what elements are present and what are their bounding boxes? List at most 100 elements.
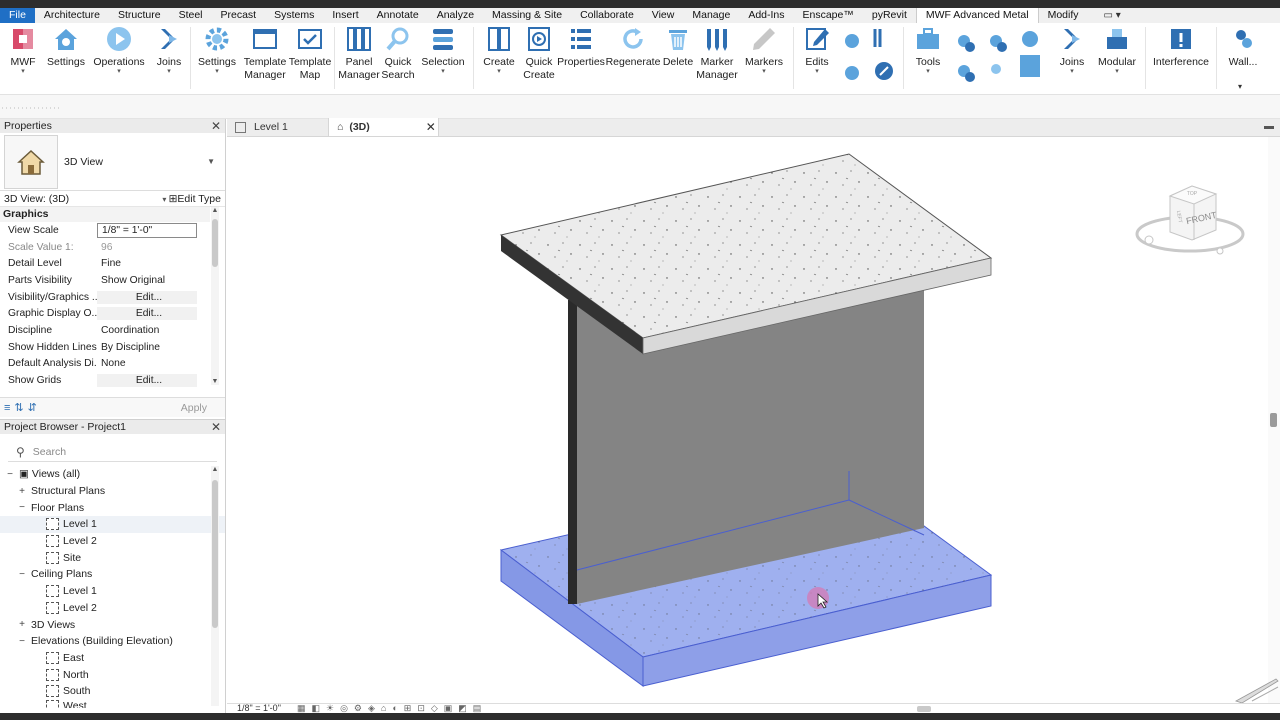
detail-level-value[interactable]: Fine: [97, 258, 197, 269]
expand-icon[interactable]: +: [16, 619, 28, 630]
menu-view[interactable]: View: [643, 8, 684, 23]
scrollbar-thumb[interactable]: [212, 219, 218, 267]
graphic-display-edit-button[interactable]: Edit...: [97, 307, 197, 321]
tree-item-ceiling-level-2[interactable]: Level 2: [0, 600, 225, 617]
menu-precast[interactable]: Precast: [212, 8, 266, 23]
collapse-icon[interactable]: −: [16, 502, 28, 513]
view-scale-label[interactable]: 1/8" = 1'-0": [237, 703, 281, 713]
menu-analyze[interactable]: Analyze: [428, 8, 483, 23]
tree-item-floor-plans[interactable]: − Floor Plans: [0, 499, 225, 516]
menu-manage[interactable]: Manage: [683, 8, 739, 23]
tree-item-views-all[interactable]: − ▣ Views (all): [0, 466, 225, 483]
settings-button-2[interactable]: Settings ▾: [196, 25, 238, 75]
menu-collaborate[interactable]: Collaborate: [571, 8, 643, 23]
instance-selector[interactable]: 3D View: (3D) ▾ ⊞Edit Type: [0, 191, 225, 207]
expand-icon[interactable]: +: [16, 486, 28, 497]
tree-item-west[interactable]: West: [0, 699, 225, 708]
joins-button-1[interactable]: Joins ▾: [152, 25, 186, 75]
parts-visibility-value[interactable]: Show Original: [97, 275, 197, 286]
horizontal-scrollbar-thumb[interactable]: [917, 706, 931, 712]
operations-button[interactable]: Operations ▾: [92, 25, 146, 75]
template-map-button[interactable]: Template Map: [289, 25, 331, 82]
edits-button[interactable]: Edits ▾: [800, 25, 834, 75]
collapse-icon[interactable]: −: [4, 469, 16, 480]
regenerate-button[interactable]: Regenerate: [606, 25, 660, 69]
tree-item-north[interactable]: North: [0, 666, 225, 683]
show-hidden-lines-value[interactable]: By Discipline: [97, 342, 197, 353]
scrollbar-thumb[interactable]: [212, 480, 218, 628]
properties-button[interactable]: Properties: [557, 25, 605, 69]
menu-annotate[interactable]: Annotate: [368, 8, 428, 23]
tree-item-structural-plans[interactable]: + Structural Plans: [0, 483, 225, 500]
3d-viewport[interactable]: FRONT TOP LEFT: [227, 137, 1280, 703]
browser-scrollbar[interactable]: ▲: [211, 466, 219, 706]
ribbon-display-toggle[interactable]: ▭ ▾: [1104, 10, 1121, 21]
tree-item-floor-level-1[interactable]: Level 1: [0, 516, 225, 533]
create-button[interactable]: Create ▾: [480, 25, 518, 75]
show-grids-edit-button[interactable]: Edit...: [97, 374, 197, 388]
3d-model-canvas[interactable]: FRONT TOP LEFT: [227, 137, 1280, 703]
collapse-icon[interactable]: −: [16, 636, 28, 647]
close-icon[interactable]: ✕: [426, 120, 436, 134]
view-cube-home-icon[interactable]: [1144, 235, 1154, 245]
close-icon[interactable]: ✕: [211, 420, 221, 434]
menu-architecture[interactable]: Architecture: [35, 8, 109, 23]
menu-modify[interactable]: Modify: [1039, 8, 1088, 23]
markers-button[interactable]: Markers ▾: [744, 25, 784, 75]
menu-steel[interactable]: Steel: [170, 8, 212, 23]
view-cube-menu-icon[interactable]: [1216, 247, 1224, 255]
selection-button[interactable]: Selection ▾: [420, 25, 466, 75]
ribbon-overflow-caret[interactable]: ▾: [1238, 82, 1242, 91]
quick-create-button[interactable]: Quick Create: [519, 25, 559, 82]
edit-type-button[interactable]: ▾ ⊞Edit Type: [162, 193, 221, 205]
chevron-down-icon[interactable]: ▼: [207, 157, 215, 166]
visibility-graphics-edit-button[interactable]: Edit...: [97, 290, 197, 304]
steering-wheel-corner-icon[interactable]: [1232, 675, 1280, 703]
menu-structure[interactable]: Structure: [109, 8, 170, 23]
properties-group-header[interactable]: Graphics: [0, 207, 210, 222]
tools-button[interactable]: Tools ▾: [910, 25, 946, 75]
joins-button-2[interactable]: Joins ▾: [1054, 25, 1090, 75]
tree-item-south[interactable]: South: [0, 683, 225, 700]
modular-button[interactable]: Modular ▾: [1095, 25, 1139, 75]
menu-insert[interactable]: Insert: [323, 8, 367, 23]
tree-item-ceiling-plans[interactable]: − Ceiling Plans: [0, 566, 225, 583]
template-manager-button[interactable]: Template Manager: [243, 25, 287, 82]
menu-mwf-advanced-metal[interactable]: MWF Advanced Metal: [915, 8, 1039, 23]
tree-item-ceiling-level-1[interactable]: Level 1: [0, 583, 225, 600]
panel-manager-button[interactable]: Panel Manager: [337, 25, 381, 82]
quick-search-button[interactable]: Quick Search: [381, 25, 415, 82]
delete-button[interactable]: Delete: [661, 25, 695, 69]
scroll-up-icon[interactable]: ▲: [211, 466, 219, 473]
menu-massing-site[interactable]: Massing & Site: [483, 8, 571, 23]
discipline-value[interactable]: Coordination: [97, 325, 197, 336]
default-analysis-value[interactable]: None: [97, 358, 197, 369]
browser-search-input[interactable]: ⚲ Search: [8, 442, 217, 462]
tabs-menu-icon[interactable]: ▬: [1264, 121, 1274, 132]
mwf-button[interactable]: MWF ▾: [6, 25, 40, 75]
tree-item-site[interactable]: Site: [0, 549, 225, 566]
menu-add-ins[interactable]: Add-Ins: [739, 8, 793, 23]
type-selector[interactable]: 3D View ▼: [0, 133, 225, 191]
interference-button[interactable]: Interference: [1150, 25, 1212, 69]
scroll-down-icon[interactable]: ▼: [211, 378, 219, 385]
wall-button[interactable]: Wall...: [1222, 25, 1264, 69]
view-cube[interactable]: FRONT TOP LEFT: [1135, 185, 1245, 255]
properties-scrollbar[interactable]: ▲ ▼: [211, 207, 219, 385]
scroll-up-icon[interactable]: ▲: [211, 207, 219, 214]
tree-item-floor-level-2[interactable]: Level 2: [0, 533, 225, 550]
settings-button-1[interactable]: Settings: [44, 25, 88, 69]
sort-icons[interactable]: ≡⇅⇵: [4, 401, 41, 414]
tab-3d[interactable]: ⌂ (3D) ✕: [329, 118, 439, 136]
scrollbar-thumb[interactable]: [1270, 413, 1277, 427]
collapse-icon[interactable]: −: [16, 569, 28, 580]
marker-manager-button[interactable]: Marker Manager: [696, 25, 738, 82]
tab-level-1[interactable]: Level 1: [227, 118, 329, 136]
menu-enscape[interactable]: Enscape™: [794, 8, 863, 23]
tree-item-elevations[interactable]: − Elevations (Building Elevation): [0, 633, 225, 650]
view-scale-field[interactable]: 1/8" = 1'-0": [97, 222, 197, 238]
menu-file[interactable]: File: [0, 8, 35, 23]
tree-item-3d-views[interactable]: + 3D Views: [0, 616, 225, 633]
apply-button[interactable]: Apply: [181, 402, 207, 414]
menu-pyrevit[interactable]: pyRevit: [863, 8, 916, 23]
